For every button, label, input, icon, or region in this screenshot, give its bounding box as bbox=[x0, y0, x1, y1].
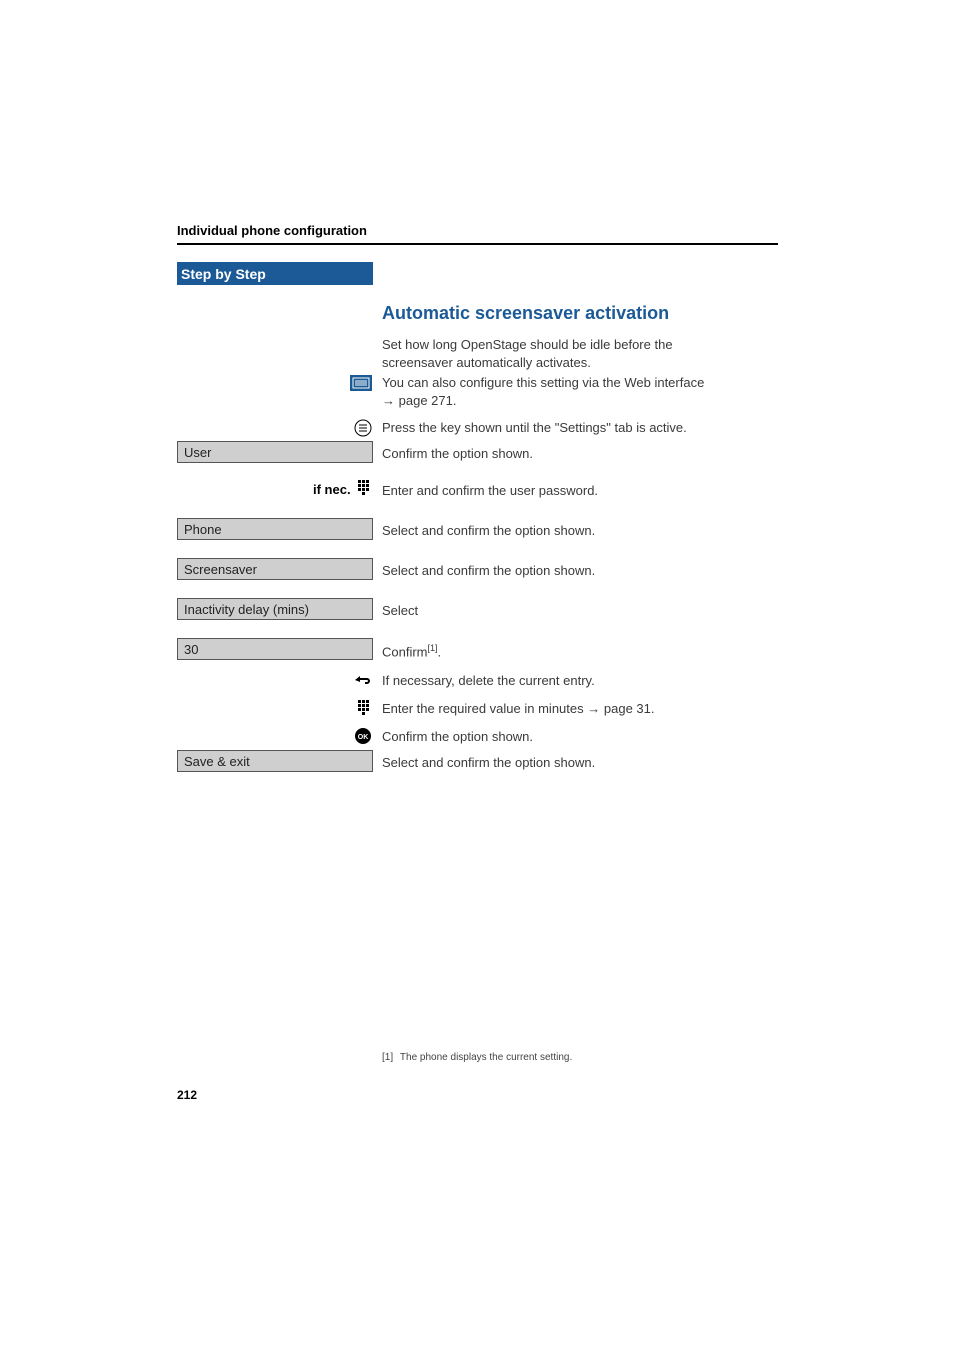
confirm-dot: . bbox=[438, 644, 442, 659]
enter-value-a: Enter the required value in minutes bbox=[382, 701, 584, 716]
inactivity-instr: Select bbox=[382, 602, 418, 620]
footnote-text: The phone displays the current setting. bbox=[400, 1052, 572, 1063]
running-header: Individual phone configuration bbox=[177, 223, 367, 238]
intro-line1: Set how long OpenStage should be idle be… bbox=[382, 337, 673, 352]
save-exit-label: Save & exit bbox=[184, 754, 250, 769]
svg-text:OK: OK bbox=[358, 734, 369, 741]
inactivity-delay-box: Inactivity delay (mins) bbox=[177, 598, 373, 620]
save-instr: Select and confirm the option shown. bbox=[382, 754, 595, 772]
enter-value-b: page 31. bbox=[604, 701, 655, 716]
footnote-marker: [1] bbox=[382, 1052, 393, 1063]
section-heading: Automatic screensaver activation bbox=[382, 303, 669, 324]
confirm-ok-instr: Confirm the option shown. bbox=[382, 728, 533, 746]
step-by-step-label: Step by Step bbox=[181, 266, 266, 282]
inactivity-delay-label: Inactivity delay (mins) bbox=[184, 602, 309, 617]
settings-key-icon bbox=[352, 418, 372, 438]
web-text-a: You can also configure this setting via … bbox=[382, 375, 704, 390]
intro-line2: screensaver automatically activates. bbox=[382, 355, 591, 370]
phone-instr: Select and confirm the option shown. bbox=[382, 522, 595, 540]
web-text-b: page 271. bbox=[399, 393, 457, 408]
phone-option-label: Phone bbox=[184, 522, 222, 537]
screensaver-option-label: Screensaver bbox=[184, 562, 257, 577]
screensaver-option-box: Screensaver bbox=[177, 558, 373, 580]
step-by-step-bar: Step by Step bbox=[177, 262, 373, 285]
keypad-icon-2 bbox=[355, 698, 371, 714]
ok-icon: OK bbox=[352, 726, 372, 746]
footnote: [1] The phone displays the current setti… bbox=[382, 1052, 572, 1063]
value-label: 30 bbox=[184, 642, 198, 657]
confirm-word: Confirm bbox=[382, 644, 428, 659]
arrow-icon: → bbox=[382, 393, 399, 408]
web-config-text: You can also configure this setting via … bbox=[382, 374, 782, 409]
press-key-text: Press the key shown until the "Settings"… bbox=[382, 419, 687, 437]
back-arrow-icon bbox=[352, 672, 372, 688]
footnote-ref: [1] bbox=[428, 643, 438, 653]
header-rule bbox=[177, 243, 778, 245]
value-box: 30 bbox=[177, 638, 373, 660]
intro-text: Set how long OpenStage should be idle be… bbox=[382, 336, 762, 371]
page-number: 212 bbox=[177, 1088, 197, 1102]
web-config-icon bbox=[346, 374, 372, 391]
password-instr: Enter and confirm the user password. bbox=[382, 482, 598, 500]
phone-option-box: Phone bbox=[177, 518, 373, 540]
user-instr: Confirm the option shown. bbox=[382, 445, 533, 463]
user-option-label: User bbox=[184, 445, 211, 460]
screensaver-instr: Select and confirm the option shown. bbox=[382, 562, 595, 580]
delete-instr: If necessary, delete the current entry. bbox=[382, 672, 595, 690]
enter-value-text: Enter the required value in minutes → pa… bbox=[382, 700, 654, 718]
if-nec-label: if nec. bbox=[313, 482, 351, 497]
user-option-box: User bbox=[177, 441, 373, 463]
save-exit-box: Save & exit bbox=[177, 750, 373, 772]
keypad-icon bbox=[355, 478, 371, 494]
confirm-text: Confirm[1]. bbox=[382, 642, 441, 661]
arrow-icon-2: → bbox=[587, 701, 604, 716]
